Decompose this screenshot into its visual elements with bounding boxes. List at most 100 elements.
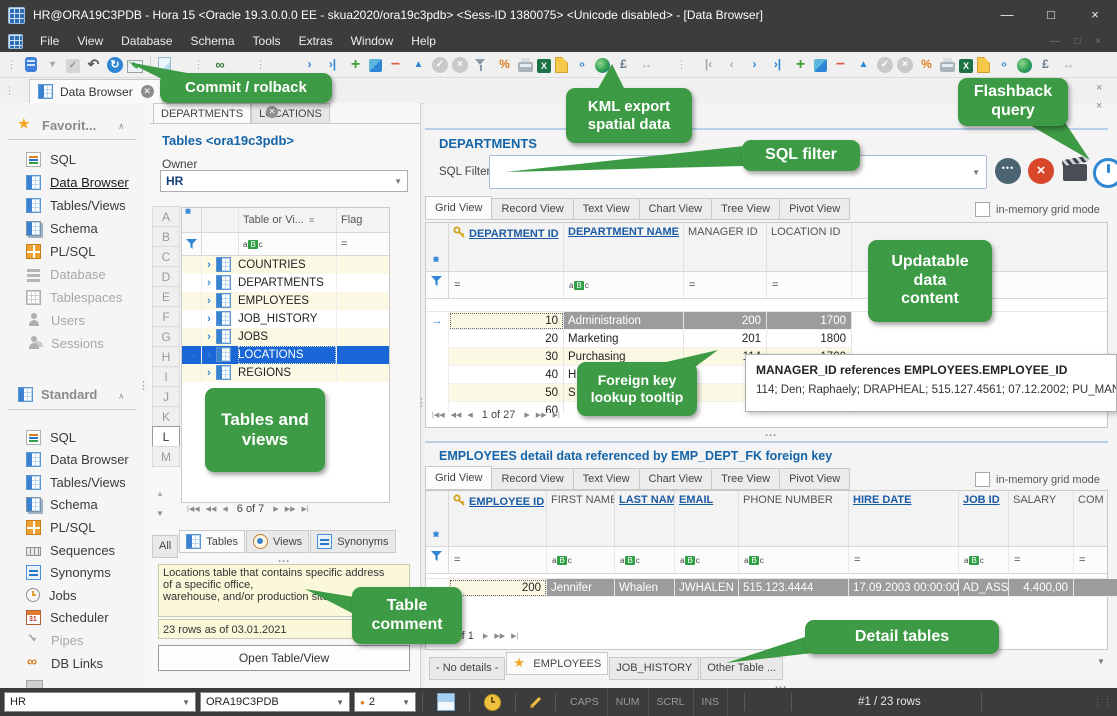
sql-filter-input[interactable]: ▼	[489, 155, 987, 189]
close-button[interactable]: ×	[1073, 0, 1117, 30]
chevron-down-icon[interactable]: ▼	[972, 168, 980, 177]
column-header[interactable]: DEPARTMENT ID	[449, 223, 564, 271]
last-page-icon[interactable]	[550, 411, 563, 419]
tab-all[interactable]: All	[152, 534, 179, 558]
column-width-icon[interactable]: ↔	[637, 56, 656, 74]
tab-detail-job-history[interactable]: JOB_HISTORY	[609, 656, 700, 680]
chevron-down-icon[interactable]: ▼	[1097, 657, 1105, 666]
next-record-icon[interactable]: ›	[745, 56, 764, 74]
equals-filter-icon[interactable]: =	[1009, 547, 1074, 573]
code-export-icon[interactable]: ‹›	[572, 56, 591, 74]
excel-export-icon[interactable]: X	[537, 58, 551, 73]
alphabet-letter[interactable]: D	[152, 266, 180, 287]
prior-page-icon[interactable]	[464, 411, 475, 419]
fast-next-icon[interactable]	[491, 632, 508, 640]
code-export-icon[interactable]: ‹›	[994, 56, 1013, 74]
tab-no-details[interactable]: - No details -	[429, 656, 506, 680]
equals-filter-icon[interactable]: =	[1074, 547, 1117, 573]
animation-button[interactable]	[1063, 164, 1087, 181]
format-percent-icon[interactable]: %	[495, 56, 514, 74]
table-row-job-history[interactable]: › JOB_HISTORY	[182, 310, 389, 328]
commit-icon[interactable]: ✓	[66, 58, 80, 73]
alphabet-letter[interactable]: F	[152, 306, 180, 327]
edit-record-icon[interactable]	[369, 59, 382, 72]
column-header[interactable]: LOCATION ID	[767, 223, 852, 271]
owner-select[interactable]: HR ▼	[160, 170, 408, 192]
tab-grid-view[interactable]: Grid View	[425, 196, 493, 220]
inmemory-checkbox[interactable]	[975, 472, 990, 487]
tab-grip-icon[interactable]	[0, 79, 19, 103]
delete-record-icon[interactable]: −	[386, 56, 405, 74]
close-tab-icon[interactable]: ✕	[266, 106, 278, 118]
resize-grip-icon[interactable]: ⋮⋮	[1093, 697, 1113, 708]
sidebar-item-tablespaces[interactable]: Tablespaces	[26, 287, 146, 307]
menu-item[interactable]: Window	[342, 30, 403, 52]
tab-pivot-view[interactable]: Pivot View	[779, 198, 851, 220]
column-header[interactable]: COM	[1074, 491, 1117, 546]
menu-item[interactable]: Help	[402, 30, 445, 52]
flag-cell[interactable]	[336, 346, 389, 364]
data-row[interactable]: 200 Jennifer Whalen JWHALEN 515.123.4444…	[426, 579, 1117, 597]
number-select[interactable]: ● 2 ▼	[354, 692, 416, 712]
menu-item[interactable]: View	[68, 30, 112, 52]
text-filter-icon[interactable]: aBc	[547, 547, 615, 573]
first-record-icon[interactable]: |‹	[699, 56, 718, 74]
menu-item[interactable]: Database	[112, 30, 181, 52]
table-row-countries[interactable]: › COUNTRIES	[182, 256, 389, 274]
find-icon[interactable]: ∞	[210, 56, 229, 74]
expand-icon[interactable]: ›	[202, 346, 216, 364]
next-record-icon[interactable]: ›	[300, 56, 319, 74]
close-tab-icon[interactable]: ✕	[140, 85, 154, 98]
tab-tree-view[interactable]: Tree View	[711, 468, 781, 490]
tab-tree-view[interactable]: Tree View	[711, 198, 781, 220]
file-export-icon[interactable]	[977, 57, 990, 73]
print-icon[interactable]	[940, 58, 955, 72]
flag-cell[interactable]	[336, 274, 389, 292]
table-row-jobs[interactable]: › JOBS	[182, 328, 389, 346]
delete-record-icon[interactable]: −	[831, 56, 850, 74]
menu-item[interactable]: File	[31, 30, 68, 52]
refresh-icon[interactable]: ↻	[107, 56, 123, 73]
cancel-edit-icon[interactable]: ×	[897, 56, 913, 73]
flashback-icon[interactable]: £	[1036, 56, 1055, 74]
alphabet-letter[interactable]: H	[152, 346, 180, 367]
tab-chart-view[interactable]: Chart View	[638, 468, 713, 490]
print-icon[interactable]	[518, 58, 533, 72]
tab-grid-view[interactable]: Grid View	[425, 466, 493, 490]
alphabet-letter[interactable]: J	[152, 386, 180, 407]
next-page-icon[interactable]	[270, 505, 281, 513]
cancel-query-button[interactable]: ×	[1028, 158, 1054, 184]
column-header[interactable]: HIRE DATE	[849, 491, 959, 546]
tab-pivot-view[interactable]: Pivot View	[779, 468, 851, 490]
menu-item[interactable]: Tools	[244, 30, 290, 52]
tab-data-browser[interactable]: Data Browser ✕	[29, 79, 163, 103]
kml-export-icon[interactable]	[595, 57, 610, 73]
sidebar-item-plsql[interactable]: PL/SQL	[26, 241, 146, 261]
mdi-window-controls[interactable]: — □ ×	[1050, 36, 1117, 47]
last-record-icon[interactable]: ›|	[323, 56, 342, 74]
expand-icon[interactable]: ›	[202, 328, 216, 346]
splitter-handle[interactable]: ...	[775, 679, 787, 688]
file-export-icon[interactable]	[555, 57, 568, 73]
sidebar-item-sql[interactable]: SQL	[26, 427, 146, 447]
scroll-up-icon[interactable]: ▲	[156, 489, 164, 498]
column-header[interactable]: EMPLOYEE ID	[449, 491, 547, 546]
sidebar-item-database[interactable]: Database	[26, 264, 146, 284]
toolbar-grip-icon[interactable]	[672, 58, 691, 71]
first-page-icon[interactable]	[429, 411, 448, 419]
table-row-departments[interactable]: › DEPARTMENTS	[182, 274, 389, 292]
filter-icon[interactable]	[472, 56, 491, 74]
fast-prior-icon[interactable]	[203, 505, 220, 513]
tab-departments[interactable]: DEPARTMENTS	[153, 103, 252, 124]
tab-text-view[interactable]: Text View	[572, 198, 640, 220]
menu-item[interactable]: Schema	[182, 30, 244, 52]
column-width-icon[interactable]: ↔	[1059, 56, 1078, 74]
confirm-edit-icon[interactable]: ✓	[432, 56, 448, 73]
sidebar-item-schema[interactable]: Schema	[26, 218, 146, 238]
alphabet-letter[interactable]: C	[152, 246, 180, 267]
toolbar-grip-icon[interactable]	[2, 58, 21, 71]
tab-views[interactable]: Views	[246, 530, 310, 553]
text-filter-icon[interactable]: aBc	[615, 547, 675, 573]
column-header[interactable]: JOB ID	[959, 491, 1009, 546]
flashback-query-button[interactable]	[1093, 158, 1117, 188]
